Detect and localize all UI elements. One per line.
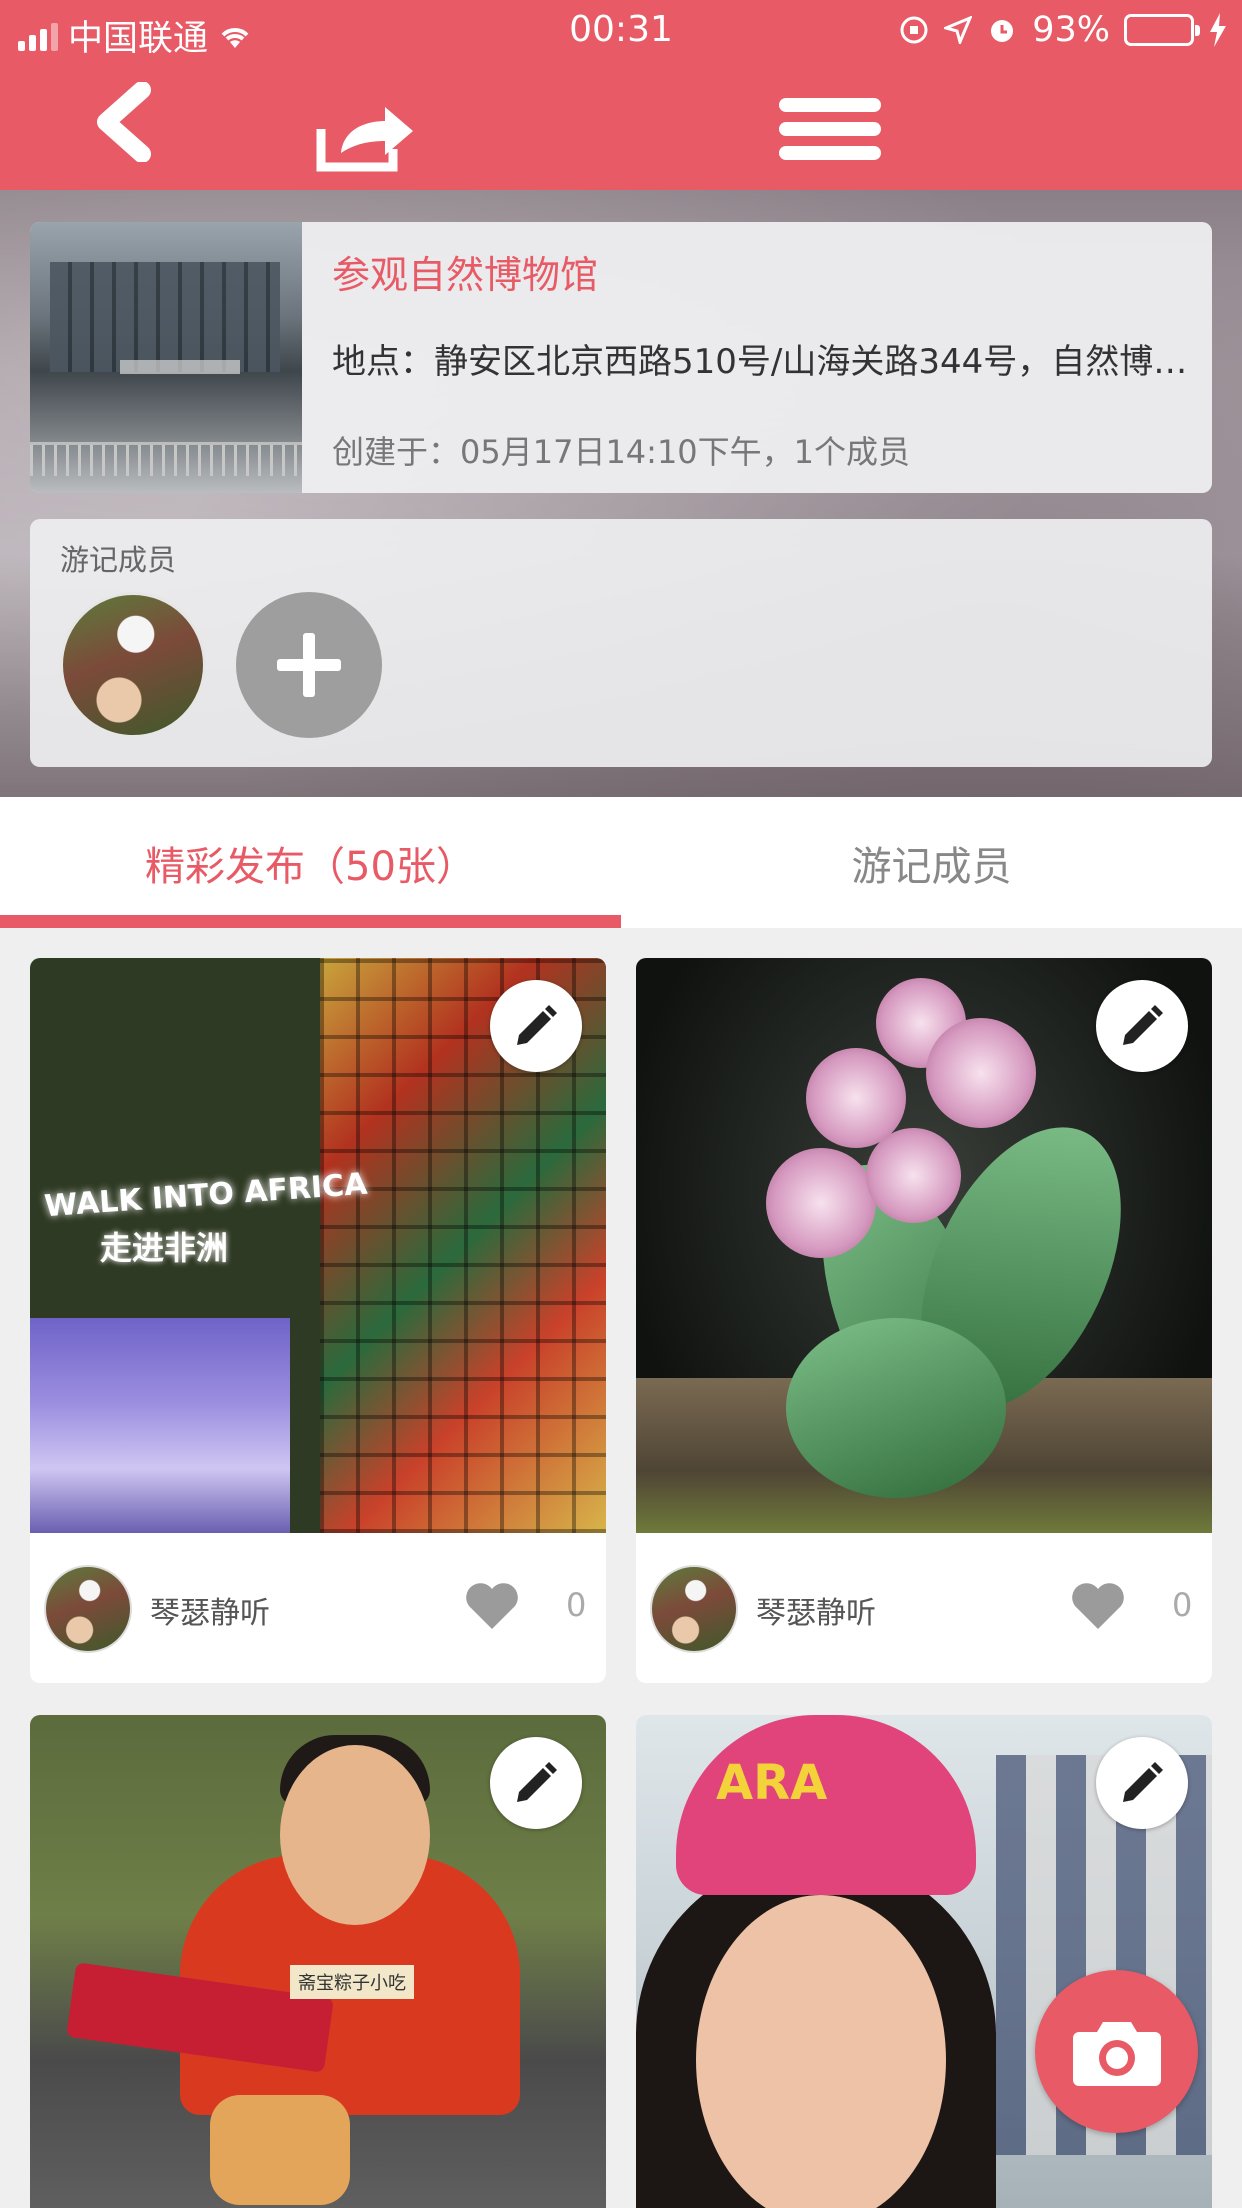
back-button[interactable] — [80, 77, 170, 167]
post-footer: 琴瑟静听 0 — [636, 1533, 1212, 1683]
heart-icon[interactable] — [464, 1581, 520, 1631]
chevron-left-icon — [97, 82, 151, 162]
tab-members[interactable]: 游记成员 — [621, 797, 1242, 928]
content-tabs: 精彩发布（50张） 游记成员 — [0, 797, 1242, 928]
heart-icon[interactable] — [1070, 1581, 1126, 1631]
cap-text: ARA — [716, 1755, 828, 1811]
post-photo-woman-selfie[interactable]: ARA — [636, 1715, 1212, 2208]
status-bar: 中国联通 00:31 93% — [0, 0, 1242, 62]
share-icon — [316, 107, 413, 172]
pencil-icon — [517, 1005, 557, 1045]
navigation-bar — [0, 62, 1242, 190]
trip-created-info: 创建于：05月17日14:10下午，1个成员 — [332, 433, 911, 471]
snack-label: 斋宝粽子小吃 — [290, 1965, 414, 1999]
author-avatar[interactable] — [44, 1565, 132, 1653]
tab-highlights[interactable]: 精彩发布（50张） — [0, 797, 621, 928]
edit-post-button[interactable] — [490, 980, 582, 1072]
like-count: 0 — [1172, 1586, 1193, 1624]
edit-post-button[interactable] — [1096, 1737, 1188, 1829]
camera-button[interactable] — [1035, 1970, 1198, 2133]
pencil-icon — [1123, 1005, 1163, 1045]
share-button[interactable] — [310, 92, 420, 182]
post-photo-orchid[interactable] — [636, 958, 1212, 1533]
edit-post-button[interactable] — [1096, 980, 1188, 1072]
pencil-icon — [1123, 1762, 1163, 1802]
pencil-icon — [517, 1762, 557, 1802]
trip-location: 地点：静安区北京西路510号/山海关路344号，自然博物馆 — [332, 342, 1192, 382]
add-member-button[interactable] — [236, 592, 382, 738]
post-card[interactable]: 琴瑟静听 0 — [636, 958, 1212, 1683]
edit-post-button[interactable] — [490, 1737, 582, 1829]
orientation-lock-icon — [900, 16, 928, 44]
trip-members-card: 游记成员 — [30, 519, 1212, 767]
trip-header: 参观自然博物馆 地点：静安区北京西路510号/山海关路344号，自然博物馆 创建… — [0, 190, 1242, 797]
trip-title: 参观自然博物馆 — [332, 253, 599, 297]
hamburger-menu-icon — [779, 98, 881, 160]
alarm-clock-icon — [991, 20, 1014, 42]
member-avatar[interactable] — [60, 592, 206, 738]
plus-icon — [277, 633, 341, 697]
location-arrow-icon — [944, 16, 973, 44]
charging-bolt-icon — [1210, 13, 1226, 47]
camera-icon — [1072, 2021, 1161, 2086]
like-count: 0 — [566, 1586, 587, 1624]
active-tab-indicator — [0, 915, 621, 928]
post-card[interactable]: ARA — [636, 1715, 1212, 2208]
post-card[interactable]: 斋宝粽子小吃 — [30, 1715, 606, 2208]
post-footer: 琴瑟静听 0 — [30, 1533, 606, 1683]
trip-info-card[interactable]: 参观自然博物馆 地点：静安区北京西路510号/山海关路344号，自然博物馆 创建… — [30, 222, 1212, 493]
post-photo-africa-exhibit[interactable]: WALK INTO AFRICA 走进非洲 — [30, 958, 606, 1533]
battery-icon — [1124, 14, 1200, 46]
author-name[interactable]: 琴瑟静听 — [756, 1588, 876, 1632]
trip-cover-photo — [30, 222, 302, 493]
battery-percent: 93% — [1032, 10, 1110, 50]
post-photo-boy-eating[interactable]: 斋宝粽子小吃 — [30, 1715, 606, 2208]
exhibit-sign-cn: 走进非洲 — [100, 1229, 229, 1267]
post-card[interactable]: WALK INTO AFRICA 走进非洲 琴瑟静听 0 — [30, 958, 606, 1683]
members-label: 游记成员 — [60, 543, 177, 577]
author-name[interactable]: 琴瑟静听 — [150, 1588, 270, 1632]
menu-button[interactable] — [770, 84, 890, 174]
author-avatar[interactable] — [650, 1565, 738, 1653]
